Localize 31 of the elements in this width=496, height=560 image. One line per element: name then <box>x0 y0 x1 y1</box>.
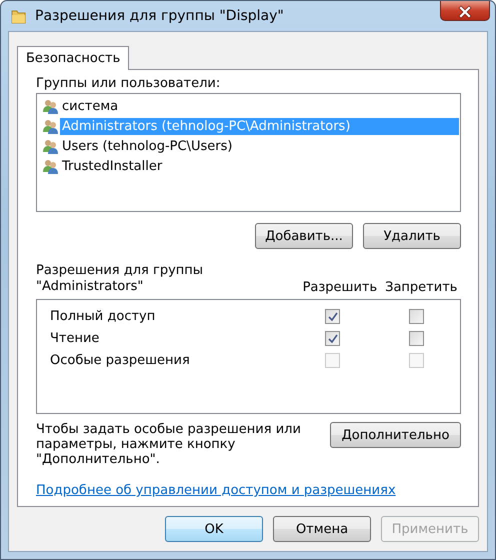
folder-icon <box>10 8 27 24</box>
help-link[interactable]: Подробнее об управлении доступом и разрешениях <box>36 483 396 498</box>
button[interactable]: Отмена <box>273 516 371 542</box>
button[interactable]: OK <box>165 516 263 542</box>
check-icon <box>326 332 338 344</box>
checked-checkbox[interactable] <box>324 330 340 346</box>
button[interactable]: Удалить <box>363 223 461 250</box>
permission-name: Чтение <box>49 330 100 346</box>
column-header: Запретить <box>384 280 458 296</box>
list-label: Группы или пользователи: <box>36 76 222 91</box>
checkbox[interactable] <box>408 330 424 346</box>
list-item[interactable]: Users (tehnolog-PC\Users) <box>60 138 234 154</box>
list-item[interactable]: система <box>60 98 120 114</box>
permission-name: Полный доступ <box>49 308 156 324</box>
column-header: Разрешить <box>302 280 378 296</box>
tab[interactable]: Безопасность <box>17 46 130 70</box>
check-icon <box>326 310 338 322</box>
list-item[interactable]: TrustedInstaller <box>60 158 164 174</box>
users-icon <box>42 158 59 174</box>
checkbox[interactable] <box>408 308 424 324</box>
permission-name: Особые разрешения <box>49 352 191 368</box>
advanced-button[interactable]: Дополнительно <box>330 422 461 448</box>
users-icon <box>42 138 59 154</box>
window-title: Разрешения для группы "Display" <box>35 8 285 24</box>
button[interactable]: Добавить... <box>255 223 353 250</box>
close-button[interactable] <box>440 1 490 21</box>
checked-checkbox[interactable] <box>324 308 340 324</box>
users-icon <box>42 98 59 114</box>
hint-text: Чтобы задать особые разрешения или параметры, нажмите кнопку "Дополнительно". <box>36 422 302 467</box>
permissions-label: Разрешения для группы "Administrators" <box>36 263 204 296</box>
users-icon <box>42 118 59 134</box>
